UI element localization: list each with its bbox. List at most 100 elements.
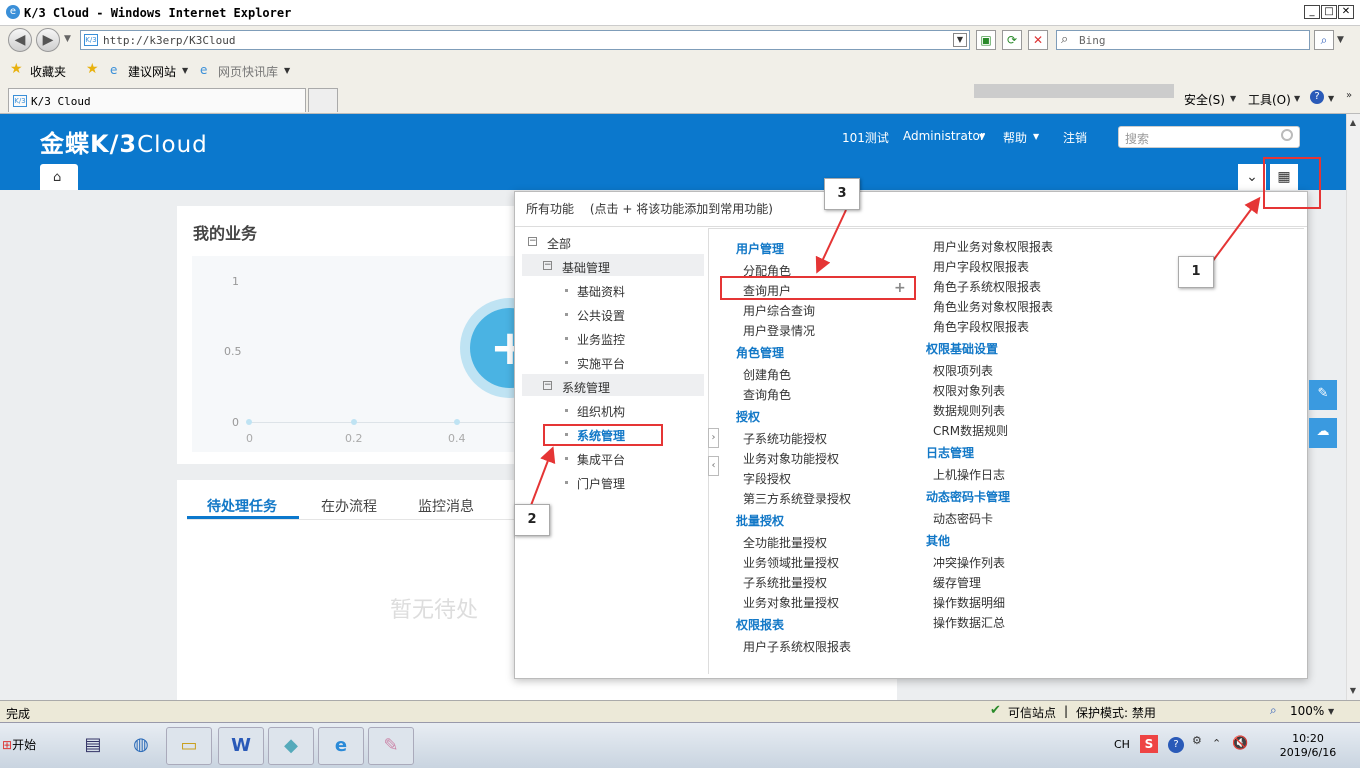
function-item[interactable]: 权限项列表 (933, 362, 993, 379)
refresh-icon[interactable]: ⟳ (1002, 30, 1022, 50)
taskbar-word-icon[interactable]: W (218, 727, 264, 765)
function-item[interactable]: 操作数据明细 (933, 594, 1005, 611)
vertical-scrollbar[interactable] (1346, 114, 1360, 700)
scroll-up-arrow[interactable]: ▲ (1347, 116, 1359, 130)
address-dropdown-icon[interactable]: ▼ (953, 33, 967, 47)
toolbar-expand-icon[interactable]: » (1346, 90, 1352, 101)
volume-muted-icon[interactable]: 🔇 (1232, 736, 1248, 751)
function-item[interactable]: 查询角色 (743, 386, 791, 403)
function-item[interactable]: 角色子系统权限报表 (933, 278, 1041, 295)
web-slice-gallery-link[interactable]: 网页快讯库 (218, 63, 278, 80)
function-item[interactable]: 权限对象列表 (933, 382, 1005, 399)
function-item[interactable]: 用户子系统权限报表 (743, 638, 851, 655)
account-name[interactable]: 101测试 (842, 129, 889, 146)
function-item[interactable]: 用户登录情况 (743, 322, 815, 339)
tree-item[interactable]: 组织机构 (577, 403, 625, 420)
tab-pending-tasks[interactable]: 待处理任务 (207, 496, 277, 516)
history-dropdown-icon[interactable]: ▼ (64, 34, 71, 44)
function-item[interactable]: 角色业务对象权限报表 (933, 298, 1053, 315)
search-icon[interactable] (1281, 129, 1293, 141)
function-item[interactable]: 业务对象功能授权 (743, 450, 839, 467)
search-options-icon[interactable]: ▼ (1337, 35, 1344, 45)
zoom-level[interactable]: 100% (1290, 704, 1324, 718)
tree-item[interactable]: 门户管理 (577, 475, 625, 492)
function-item[interactable]: 用户综合查询 (743, 302, 815, 319)
function-item[interactable]: 创建角色 (743, 366, 791, 383)
stop-icon[interactable]: ✕ (1028, 30, 1048, 50)
cloud-icon[interactable]: ☁ (1309, 418, 1337, 448)
home-tab[interactable]: ⌂ (40, 164, 78, 190)
taskbar-server-manager-icon[interactable]: ▤ (70, 727, 116, 765)
function-item[interactable]: CRM数据规则 (933, 422, 1008, 439)
tools-menu[interactable]: 工具(O) (1248, 91, 1291, 108)
function-item[interactable]: 业务领域批量授权 (743, 554, 839, 571)
language-indicator[interactable]: CH (1114, 738, 1130, 751)
new-tab-button[interactable] (308, 88, 338, 112)
tree-item[interactable]: 集成平台 (577, 451, 625, 468)
function-item[interactable]: 第三方系统登录授权 (743, 490, 851, 507)
app-search-input[interactable]: 搜索 (1118, 126, 1300, 148)
collapse-left-icon[interactable]: ‹ (708, 456, 719, 476)
tree-group-basic[interactable]: 基础管理 (562, 259, 610, 276)
function-item[interactable]: 业务对象批量授权 (743, 594, 839, 611)
function-item[interactable]: 动态密码卡 (933, 510, 993, 527)
collapse-icon[interactable]: − (543, 381, 552, 390)
scroll-down-arrow[interactable]: ▼ (1347, 684, 1359, 698)
help-menu[interactable]: 帮助 (1003, 129, 1027, 146)
tree-root[interactable]: 全部 (547, 235, 571, 252)
tab-k3cloud[interactable]: K/3 K/3 Cloud (8, 88, 306, 112)
collapse-icon[interactable]: − (543, 261, 552, 270)
taskbar-network-icon[interactable]: ◍ (118, 727, 164, 765)
input-method-icon[interactable]: S (1140, 735, 1158, 753)
tree-item[interactable]: 基础资料 (577, 283, 625, 300)
function-item[interactable]: 缓存管理 (933, 574, 981, 591)
back-button[interactable]: ◀ (8, 28, 32, 52)
maximize-button[interactable]: □ (1321, 5, 1337, 19)
tree-item[interactable]: 业务监控 (577, 331, 625, 348)
taskbar-app-icon[interactable]: ◆ (268, 727, 314, 765)
suggested-sites-link[interactable]: 建议网站 (128, 63, 176, 80)
tab-in-process[interactable]: 在办流程 (321, 496, 377, 516)
add-favorite-icon[interactable]: ★ (86, 61, 99, 77)
taskbar-folder-icon[interactable]: ▭ (166, 727, 212, 765)
function-item[interactable]: 冲突操作列表 (933, 554, 1005, 571)
help-icon[interactable]: ? (1168, 737, 1184, 753)
feedback-icon[interactable]: ✎ (1309, 380, 1337, 410)
function-item[interactable]: 角色字段权限报表 (933, 318, 1029, 335)
show-hidden-icons[interactable]: ⌃ (1212, 737, 1221, 750)
zoom-icon[interactable]: ⌕ (1270, 703, 1277, 718)
function-item[interactable]: 字段授权 (743, 470, 791, 487)
compat-view-icon[interactable]: ▣ (976, 30, 996, 50)
taskbar-ie-icon[interactable]: e (318, 727, 364, 765)
function-item[interactable]: 子系统功能授权 (743, 430, 827, 447)
function-item[interactable]: 用户业务对象权限报表 (933, 238, 1053, 255)
collapse-all-button[interactable]: ⌄ (1238, 164, 1266, 190)
user-menu[interactable]: Administrator (903, 129, 985, 143)
browser-search-box[interactable]: ⌕ Bing (1056, 30, 1310, 50)
function-item[interactable]: 用户字段权限报表 (933, 258, 1029, 275)
function-item[interactable]: 全功能批量授权 (743, 534, 827, 551)
function-item[interactable]: 子系统批量授权 (743, 574, 827, 591)
system-clock[interactable]: 10:20 2019/6/16 (1276, 732, 1340, 760)
start-button[interactable]: ⊞开始 (2, 730, 50, 760)
expand-right-icon[interactable]: › (708, 428, 719, 448)
close-window-button[interactable]: ✕ (1338, 5, 1354, 19)
tree-item[interactable]: 实施平台 (577, 355, 625, 372)
logout-link[interactable]: 注销 (1063, 129, 1087, 146)
function-item[interactable]: 上机操作日志 (933, 466, 1005, 483)
favorites-button[interactable]: 收藏夹 (30, 63, 66, 80)
safety-menu[interactable]: 安全(S) (1184, 91, 1225, 108)
help-icon[interactable]: ? (1310, 90, 1324, 104)
function-item[interactable]: 操作数据汇总 (933, 614, 1005, 631)
tray-settings-icon[interactable]: ⚙ (1192, 734, 1202, 747)
taskbar-paint-icon[interactable]: ✎ (368, 727, 414, 765)
search-go-button[interactable]: ⌕ (1314, 30, 1334, 50)
forward-button[interactable]: ▶ (36, 28, 60, 52)
collapse-icon[interactable]: − (528, 237, 537, 246)
address-bar[interactable]: K/3 http://k3erp/K3Cloud ▼ (80, 30, 970, 50)
tree-group-system[interactable]: 系统管理 (562, 379, 610, 396)
function-item[interactable]: 数据规则列表 (933, 402, 1005, 419)
minimize-button[interactable]: _ (1304, 5, 1320, 19)
tree-item[interactable]: 公共设置 (577, 307, 625, 324)
tab-monitor-messages[interactable]: 监控消息 (418, 496, 474, 516)
